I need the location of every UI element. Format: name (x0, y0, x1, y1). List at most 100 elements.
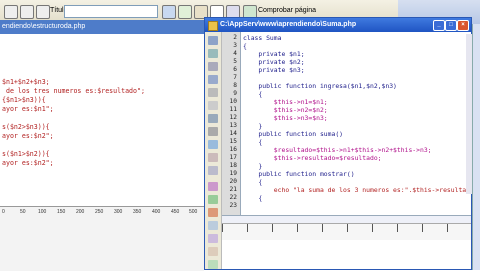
document-icon (208, 21, 218, 31)
code-line: $this->n1=$n1; (243, 98, 328, 106)
code-line: {$n1>$n3)){ (2, 96, 46, 104)
title-input[interactable] (64, 5, 158, 18)
line-number: 22 (229, 194, 237, 201)
minimize-icon[interactable]: _ (433, 20, 445, 31)
ruler-tick: 100 (38, 209, 47, 215)
wrap-tag-icon[interactable] (208, 208, 218, 217)
split-view-icon[interactable] (20, 5, 34, 19)
line-number: 4 (233, 50, 237, 57)
open-documents-icon[interactable] (208, 36, 218, 45)
syntax-coloring-icon[interactable] (208, 166, 218, 175)
move-css-icon[interactable] (208, 234, 218, 243)
select-parent-tag-icon[interactable] (208, 88, 218, 97)
coding-toolbar (205, 32, 222, 269)
check-page-button[interactable]: Comprobar página (258, 4, 316, 18)
apply-comment-icon[interactable] (208, 182, 218, 191)
code-line: private $n1; (243, 50, 305, 58)
code-line: { (243, 42, 247, 50)
code-view-icon[interactable] (4, 5, 18, 19)
file-management-icon[interactable] (162, 5, 176, 19)
back-window-tab[interactable]: endiendo\estructuroda.php (0, 20, 204, 34)
line-number: 9 (233, 90, 237, 97)
highlight-invalid-icon[interactable] (208, 127, 218, 136)
indent-icon[interactable] (208, 247, 218, 256)
remove-comment-icon[interactable] (208, 195, 218, 204)
code-line: { (243, 178, 263, 186)
front-window-title: C:\AppServ\www\aprendiendo\Suma.php (220, 21, 357, 28)
ruler-mark (272, 224, 273, 232)
code-line: s($n2>$n3)){ (2, 123, 50, 131)
line-number: 18 (229, 162, 237, 169)
ruler-mark (297, 224, 298, 232)
code-line: { (243, 194, 263, 202)
back-ruler: 0 50 100 150 200 250 300 350 400 450 500 (0, 206, 204, 271)
code-editor[interactable]: class Suma { private $n1; private $n2; p… (241, 32, 471, 215)
word-wrap-icon[interactable] (208, 153, 218, 162)
ruler-tick: 350 (133, 209, 142, 215)
info-icon[interactable] (208, 140, 218, 149)
line-number: 19 (229, 170, 237, 177)
line-number-gutter: 2 3 4 5 6 7 8 9 10 11 12 13 14 15 16 17 … (222, 32, 241, 215)
maximize-icon[interactable]: □ (445, 20, 457, 31)
design-view-icon[interactable] (36, 5, 50, 19)
code-line: $this->n3=$n3; (243, 114, 328, 122)
ruler-tick: 300 (114, 209, 123, 215)
side-panel (472, 24, 480, 270)
front-editor-window: C:\AppServ\www\aprendiendo\Suma.php _ □ … (204, 17, 472, 270)
code-line: public function suma() (243, 130, 344, 138)
code-line: { (243, 90, 263, 98)
ruler-mark (347, 224, 348, 232)
back-window-title: endiendo\estructuroda.php (2, 23, 86, 30)
preview-browser-icon[interactable] (178, 5, 192, 19)
line-number: 12 (229, 114, 237, 121)
outdent-icon[interactable] (208, 260, 218, 269)
code-line: private $n3; (243, 66, 305, 74)
line-number: 17 (229, 154, 237, 161)
line-number: 10 (229, 98, 237, 105)
line-number: 6 (233, 66, 237, 73)
line-number: 23 (229, 202, 237, 209)
ruler-mark (222, 224, 223, 232)
ruler-mark (397, 224, 398, 232)
ruler-mark (372, 224, 373, 232)
line-number: 3 (233, 42, 237, 49)
ruler-tick: 50 (20, 209, 26, 215)
line-numbers-icon[interactable] (208, 114, 218, 123)
front-window-titlebar[interactable]: C:\AppServ\www\aprendiendo\Suma.php _ □ … (205, 18, 471, 32)
ruler-mark (322, 224, 323, 232)
line-number: 2 (233, 34, 237, 41)
close-icon[interactable]: × (457, 20, 469, 31)
line-number: 8 (233, 82, 237, 89)
collapse-tag-icon[interactable] (208, 49, 218, 58)
code-line: } (243, 122, 263, 130)
expand-all-icon[interactable] (208, 75, 218, 84)
line-number: 21 (229, 186, 237, 193)
code-line: class Suma (243, 34, 282, 42)
code-line: ayor es:$n1"; (2, 105, 54, 113)
code-line: public function ingresa($n1,$n2,$n3) (243, 82, 397, 90)
code-line: s($n1>$n2)){ (2, 150, 50, 158)
ruler-mark (447, 224, 448, 232)
ruler-tick: 250 (95, 209, 104, 215)
ruler-mark (247, 224, 248, 232)
code-line: de los tres numeros es:$resultado"; (2, 87, 145, 95)
recent-snippets-icon[interactable] (208, 221, 218, 230)
code-line: { (243, 138, 263, 146)
balance-braces-icon[interactable] (208, 101, 218, 110)
line-number: 11 (229, 106, 237, 113)
code-line: $this->resultado=$resultado; (243, 154, 382, 162)
line-number: 5 (233, 58, 237, 65)
collapse-selection-icon[interactable] (208, 62, 218, 71)
code-line: } (243, 162, 263, 170)
code-line: $resultado=$this->n1+$this->n2+$this->n3… (243, 146, 432, 154)
ruler-tick: 450 (171, 209, 180, 215)
code-line: private $n2; (243, 58, 305, 66)
back-code-editor[interactable]: $n1+$n2+$n3; de los tres numeros es:$res… (0, 34, 204, 206)
ruler-mark (422, 224, 423, 232)
front-ruler (222, 223, 471, 240)
line-number: 15 (229, 138, 237, 145)
code-line: $n1+$n2+$n3; (2, 78, 50, 86)
code-line: echo "la suma de los 3 numeros es:".$thi… (243, 186, 471, 194)
code-line: public function mostrar() (243, 170, 355, 178)
ruler-tick: 400 (152, 209, 161, 215)
